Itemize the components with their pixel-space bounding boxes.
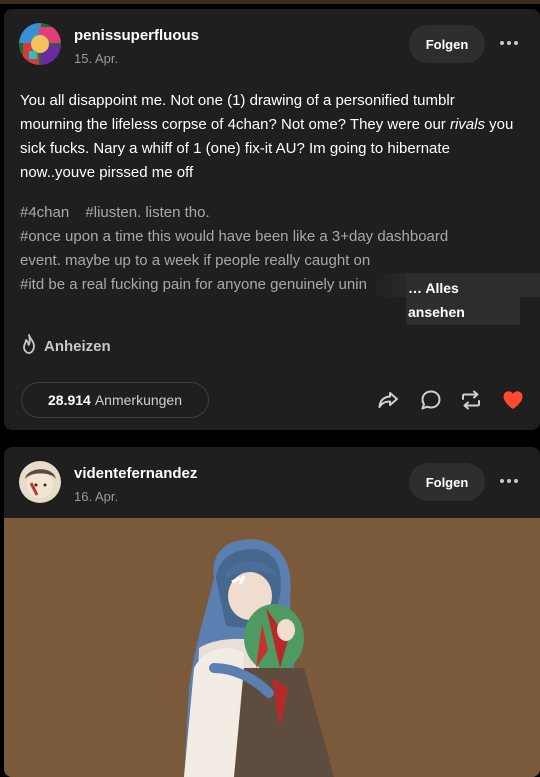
speech-bubble-icon[interactable] [418,387,444,413]
post-body-italic: rivals [449,116,485,133]
post-date[interactable]: 16. Apr. [74,489,118,504]
notes-count: 28.914 [48,392,91,408]
post-header: videntefernandez 16. Apr. Folgen [4,447,540,507]
reblog-icon[interactable] [458,387,484,413]
notes-button[interactable]: 28.914 Anmerkungen [21,382,209,418]
post-image[interactable] [4,518,540,777]
flame-icon [20,333,38,359]
post-header: penissuperfluous 15. Apr. Folgen [4,9,540,69]
top-strip [0,0,540,4]
tag-list: #4chan #liusten. listen tho. #once upon … [20,201,540,325]
avatar[interactable] [19,461,61,503]
tag-listen[interactable]: #liusten. listen tho. [85,204,209,221]
heart-icon[interactable] [500,387,526,413]
follow-button[interactable]: Folgen [409,463,485,501]
heat-button[interactable]: Anheizen [20,333,111,359]
username[interactable]: videntefernandez [74,465,197,482]
share-arrow-icon[interactable] [375,387,401,413]
notes-label: Anmerkungen [94,392,182,408]
post-body: You all disappoint me. Not one (1) drawi… [20,89,520,185]
post-date[interactable]: 15. Apr. [74,51,118,66]
tag-once-upon-a-time-cont[interactable]: event. maybe up to a week if people real… [20,249,520,273]
more-horizontal-icon[interactable] [497,33,521,53]
tag-4chan[interactable]: #4chan [20,204,69,221]
heat-label: Anheizen [44,337,111,355]
more-horizontal-icon[interactable] [497,471,521,491]
see-all-button[interactable]: … Alles ansehen [406,275,520,325]
username[interactable]: penissuperfluous [74,27,199,44]
post-card: penissuperfluous 15. Apr. Folgen You all… [4,9,540,430]
post-body-text: You all disappoint me. Not one (1) drawi… [20,92,455,133]
avatar[interactable] [19,23,61,65]
post-card: videntefernandez 16. Apr. Folgen [4,447,540,777]
tag-once-upon-a-time[interactable]: #once upon a time this would have been l… [20,225,520,249]
follow-button[interactable]: Folgen [409,25,485,63]
